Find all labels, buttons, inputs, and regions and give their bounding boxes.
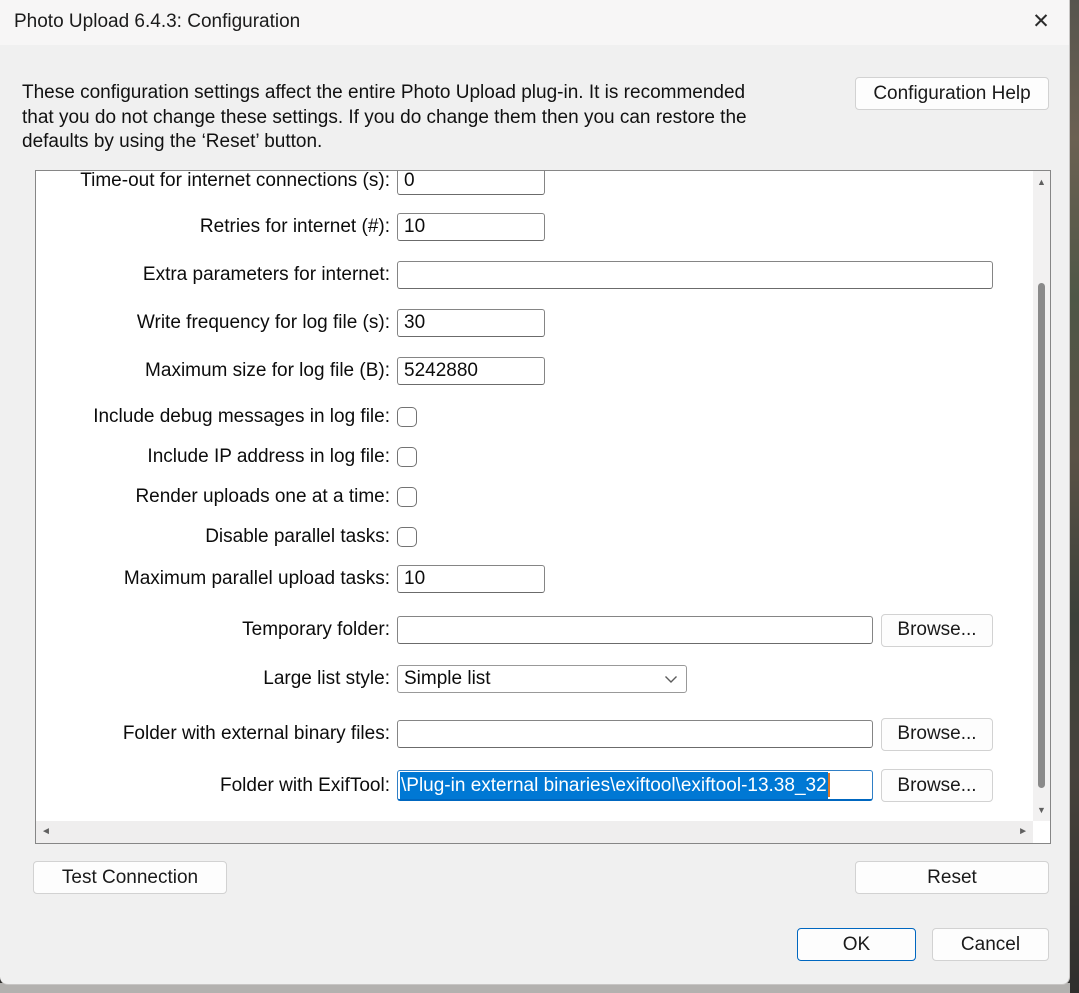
configuration-help-button[interactable]: Configuration Help — [855, 77, 1049, 110]
form-row: Render uploads one at a time: — [36, 482, 1033, 512]
debug-messages-checkbox[interactable] — [397, 407, 417, 427]
scroll-down-icon[interactable]: ▼ — [1033, 805, 1050, 815]
settings-scroll-area: Time-out for internet connections (s): R… — [35, 170, 1051, 844]
text-caret — [828, 773, 830, 797]
form-row: Write frequency for log file (s): — [36, 308, 1033, 338]
external-binaries-label: Folder with external binary files: — [36, 723, 390, 745]
horizontal-scrollbar[interactable]: ◄ ► — [36, 821, 1033, 843]
extra-parameters-input[interactable] — [397, 261, 993, 289]
form-row: Temporary folder: Browse... — [36, 615, 1033, 645]
vertical-scrollbar[interactable]: ▲ ▼ — [1033, 171, 1050, 821]
retries-label: Retries for internet (#): — [36, 216, 390, 238]
ok-button[interactable]: OK — [797, 928, 916, 961]
form-row: Folder with ExifTool: \Plug-in external … — [36, 769, 1033, 802]
scroll-left-icon[interactable]: ◄ — [41, 825, 51, 839]
test-connection-button[interactable]: Test Connection — [33, 861, 227, 894]
form-row: Folder with external binary files: Brows… — [36, 719, 1033, 749]
close-button[interactable]: ✕ — [1019, 2, 1063, 40]
exiftool-folder-input[interactable]: \Plug-in external binaries\exiftool\exif… — [397, 770, 873, 801]
temporary-folder-browse-button[interactable]: Browse... — [881, 614, 993, 647]
close-icon: ✕ — [1032, 11, 1050, 32]
render-one-at-a-time-label: Render uploads one at a time: — [36, 486, 390, 508]
ip-address-checkbox[interactable] — [397, 447, 417, 467]
large-list-style-value: Simple list — [404, 668, 664, 690]
external-binaries-browse-button[interactable]: Browse... — [881, 718, 993, 751]
exiftool-folder-label: Folder with ExifTool: — [36, 775, 390, 797]
form-row: Include debug messages in log file: — [36, 402, 1033, 432]
temporary-folder-label: Temporary folder: — [36, 619, 390, 641]
form-row: Include IP address in log file: — [36, 442, 1033, 472]
chevron-down-icon — [664, 675, 678, 684]
max-log-size-label: Maximum size for log file (B): — [36, 360, 390, 382]
write-frequency-input[interactable] — [397, 309, 545, 337]
exiftool-folder-browse-button[interactable]: Browse... — [881, 769, 993, 802]
exiftool-folder-selected-text: \Plug-in external binaries\exiftool\exif… — [400, 772, 828, 799]
reset-button[interactable]: Reset — [855, 861, 1049, 894]
large-list-style-select[interactable]: Simple list — [397, 665, 687, 693]
scroll-up-icon[interactable]: ▲ — [1033, 177, 1050, 187]
form-row: Disable parallel tasks: — [36, 522, 1033, 552]
max-parallel-input[interactable] — [397, 565, 545, 593]
window-title: Photo Upload 6.4.3: Configuration — [14, 11, 300, 33]
configuration-dialog: Photo Upload 6.4.3: Configuration ✕ Thes… — [0, 0, 1070, 985]
debug-messages-label: Include debug messages in log file: — [36, 406, 390, 428]
form-row: Retries for internet (#): — [36, 212, 1033, 242]
ip-address-label: Include IP address in log file: — [36, 446, 390, 468]
intro-text: These configuration settings affect the … — [22, 81, 757, 155]
max-parallel-label: Maximum parallel upload tasks: — [36, 568, 390, 590]
write-frequency-label: Write frequency for log file (s): — [36, 312, 390, 334]
large-list-style-label: Large list style: — [36, 668, 390, 690]
form-row: Extra parameters for internet: — [36, 260, 1033, 290]
cancel-button[interactable]: Cancel — [932, 928, 1049, 961]
form-row: Time-out for internet connections (s): — [36, 170, 1033, 196]
form-row: Large list style: Simple list — [36, 664, 1033, 694]
max-log-size-input[interactable] — [397, 357, 545, 385]
render-one-at-a-time-checkbox[interactable] — [397, 487, 417, 507]
external-binaries-input[interactable] — [397, 720, 873, 748]
retries-input[interactable] — [397, 213, 545, 241]
disable-parallel-checkbox[interactable] — [397, 527, 417, 547]
timeout-input[interactable] — [397, 170, 545, 195]
form-row: Maximum parallel upload tasks: — [36, 564, 1033, 594]
temporary-folder-input[interactable] — [397, 616, 873, 644]
title-bar: Photo Upload 6.4.3: Configuration ✕ — [0, 0, 1069, 45]
vertical-scrollbar-thumb[interactable] — [1038, 283, 1045, 788]
form-row: Maximum size for log file (B): — [36, 356, 1033, 386]
timeout-label: Time-out for internet connections (s): — [36, 170, 390, 192]
extra-parameters-label: Extra parameters for internet: — [36, 264, 390, 286]
scroll-right-icon[interactable]: ► — [1018, 825, 1028, 839]
disable-parallel-label: Disable parallel tasks: — [36, 526, 390, 548]
